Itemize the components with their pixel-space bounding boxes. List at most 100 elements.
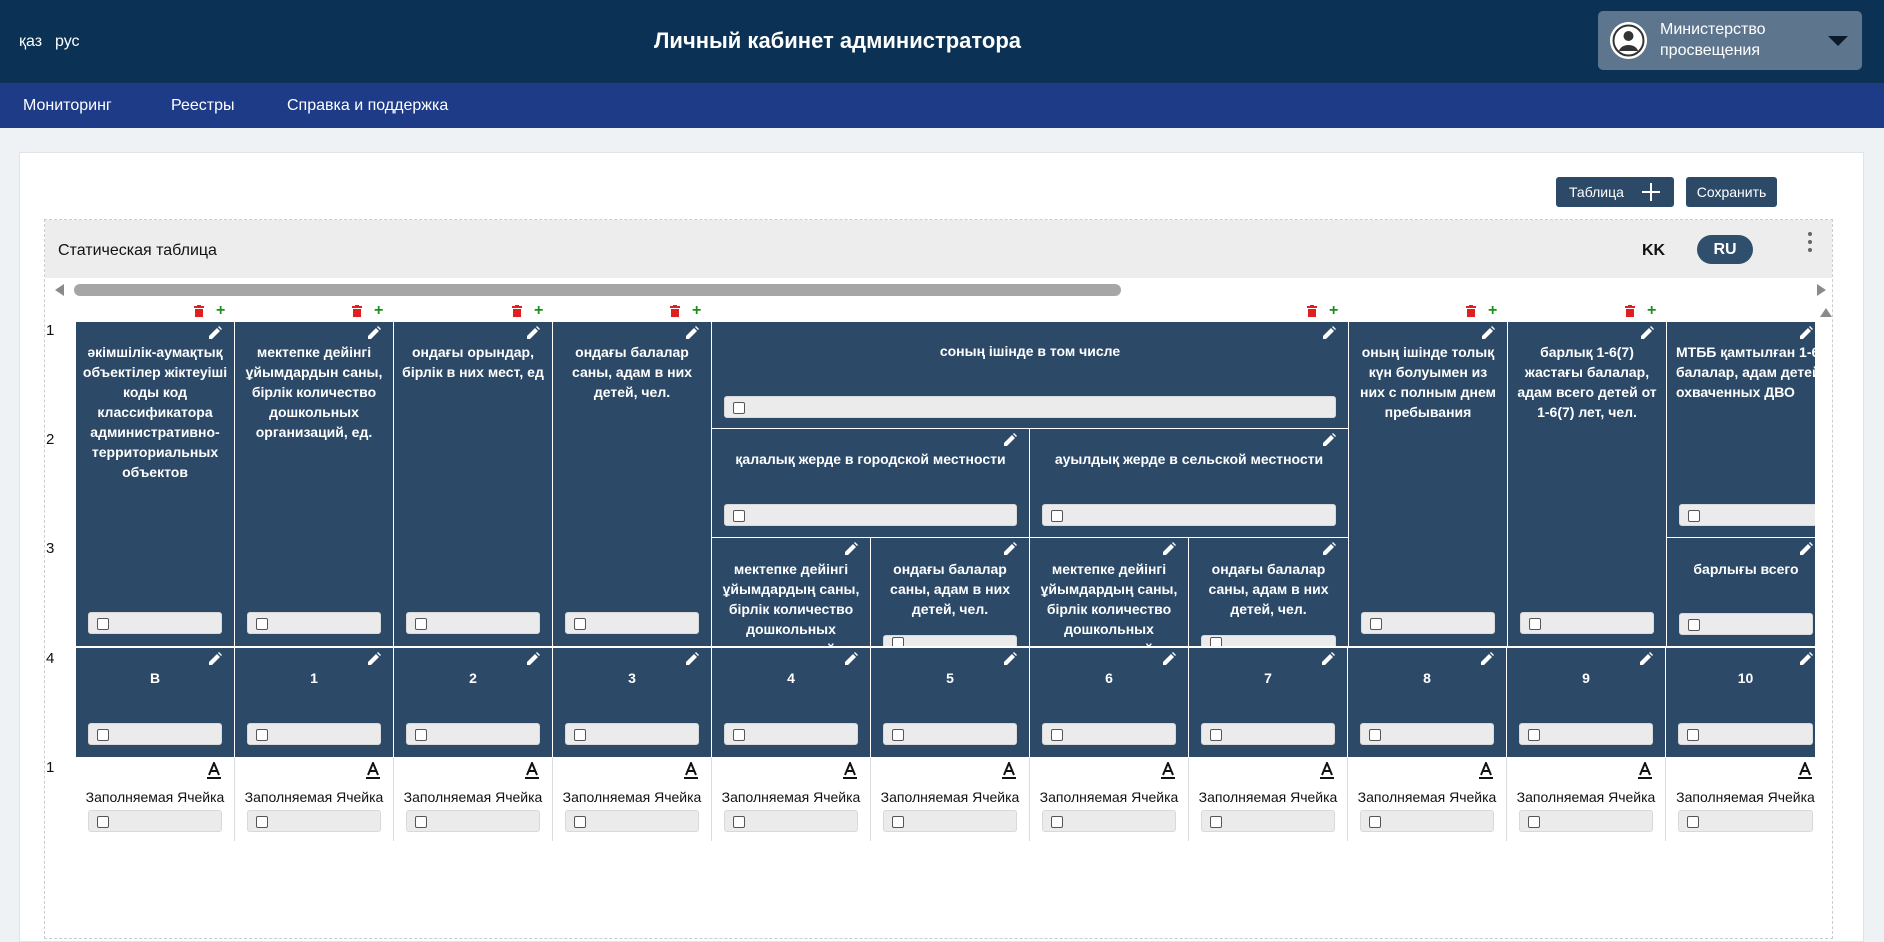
text-format-icon[interactable] (1320, 762, 1334, 780)
header-group-cell[interactable]: МТББ қамтылған 1-6(7) жастағы балалар, а… (1667, 322, 1815, 538)
checkbox[interactable] (1051, 510, 1063, 522)
checkbox[interactable] (1688, 619, 1700, 631)
cell-checkbox-field[interactable] (247, 723, 381, 745)
cell-checkbox-field[interactable] (247, 612, 381, 634)
checkbox[interactable] (1210, 729, 1222, 741)
checkbox[interactable] (733, 729, 745, 741)
nav-registers[interactable]: Реестры (171, 97, 235, 115)
pencil-icon[interactable] (527, 652, 540, 665)
text-format-icon[interactable] (1638, 762, 1652, 780)
trash-icon[interactable] (1307, 305, 1317, 317)
cell-checkbox-field[interactable] (406, 612, 540, 634)
pencil-icon[interactable] (1004, 652, 1017, 665)
text-format-icon[interactable] (1161, 762, 1175, 780)
pencil-icon[interactable] (1323, 542, 1336, 555)
pencil-icon[interactable] (1800, 542, 1813, 555)
header-cell[interactable]: мектепке дейінгі ұйымдардын саны, бірлік… (235, 322, 394, 647)
header-cell[interactable]: ондағы балалар саны, адам в них детей, ч… (553, 322, 712, 647)
data-cell[interactable]: Заполняемая Ячейка (1189, 758, 1348, 841)
lang-kk-toggle[interactable]: KK (1642, 242, 1665, 260)
scroll-left-icon[interactable] (55, 284, 64, 296)
index-cell[interactable]: 4 (712, 648, 871, 758)
cell-checkbox-field[interactable] (1519, 723, 1653, 745)
checkbox[interactable] (733, 816, 745, 828)
nav-help-support[interactable]: Справка и поддержка (287, 97, 448, 115)
checkbox[interactable] (1528, 729, 1540, 741)
pencil-icon[interactable] (845, 652, 858, 665)
checkbox[interactable] (256, 618, 268, 630)
data-cell[interactable]: Заполняемая Ячейка (712, 758, 871, 841)
header-cell[interactable]: мектепке дейінгі ұйымдардың саны, бірлік… (712, 538, 871, 647)
header-group-cell[interactable]: қалалық жерде в городской местности (712, 429, 1030, 538)
pencil-icon[interactable] (686, 652, 699, 665)
cell-checkbox-field[interactable] (1679, 504, 1815, 526)
checkbox[interactable] (574, 618, 586, 630)
text-format-icon[interactable] (1002, 762, 1016, 780)
checkbox[interactable] (1688, 510, 1700, 522)
cell-checkbox-field[interactable] (565, 612, 699, 634)
lang-ru-toggle[interactable]: RU (1697, 235, 1753, 264)
pencil-icon[interactable] (1640, 652, 1653, 665)
checkbox[interactable] (415, 618, 427, 630)
index-cell[interactable]: 8 (1348, 648, 1507, 758)
cell-checkbox-field[interactable] (724, 396, 1336, 418)
cell-checkbox-field[interactable] (1201, 635, 1336, 646)
pencil-icon[interactable] (686, 326, 699, 339)
trash-icon[interactable] (670, 305, 680, 317)
header-cell[interactable]: ондағы балалар саны, адам в них детей, ч… (1189, 538, 1349, 647)
index-cell[interactable]: 3 (553, 648, 712, 758)
cell-checkbox-field[interactable] (1678, 723, 1813, 745)
caret-down-icon[interactable] (1828, 36, 1848, 46)
checkbox[interactable] (1210, 816, 1222, 828)
add-table-button[interactable]: Таблица (1556, 177, 1674, 207)
scroll-up-icon[interactable] (1820, 308, 1832, 317)
index-cell[interactable]: 10 (1666, 648, 1815, 758)
index-cell[interactable]: В (76, 648, 235, 758)
cell-checkbox-field[interactable] (1361, 612, 1495, 634)
cell-checkbox-field[interactable] (883, 810, 1017, 832)
data-cell[interactable]: Заполняемая Ячейка (871, 758, 1030, 841)
cell-checkbox-field[interactable] (1520, 612, 1654, 634)
checkbox[interactable] (574, 816, 586, 828)
add-icon[interactable]: + (216, 303, 225, 319)
pencil-icon[interactable] (1323, 326, 1336, 339)
cell-checkbox-field[interactable] (1679, 613, 1813, 635)
data-cell[interactable]: Заполняемая Ячейка (1666, 758, 1815, 841)
cell-checkbox-field[interactable] (88, 723, 222, 745)
data-cell[interactable]: Заполняемая Ячейка (553, 758, 712, 841)
checkbox[interactable] (1528, 816, 1540, 828)
cell-checkbox-field[interactable] (724, 504, 1017, 526)
pencil-icon[interactable] (1323, 433, 1336, 446)
trash-icon[interactable] (1625, 305, 1635, 317)
kebab-menu-icon[interactable] (1807, 232, 1813, 254)
cell-checkbox-field[interactable] (1201, 810, 1335, 832)
trash-icon[interactable] (512, 305, 522, 317)
checkbox[interactable] (1210, 637, 1222, 646)
header-cell[interactable]: барлық 1-6(7) жастағы балалар, адам всег… (1508, 322, 1667, 647)
checkbox[interactable] (574, 729, 586, 741)
pencil-icon[interactable] (1800, 652, 1813, 665)
add-icon[interactable]: + (1329, 303, 1338, 319)
trash-icon[interactable] (194, 305, 204, 317)
checkbox[interactable] (733, 510, 745, 522)
header-cell[interactable]: оның ішінде толық күн болуымен из них с … (1349, 322, 1508, 647)
pencil-icon[interactable] (1482, 326, 1495, 339)
pencil-icon[interactable] (845, 542, 858, 555)
data-cell[interactable]: Заполняемая Ячейка (235, 758, 394, 841)
header-cell[interactable]: әкімшілік-аумақтық объектілер жіктеуіші … (76, 322, 235, 647)
pencil-icon[interactable] (209, 652, 222, 665)
checkbox[interactable] (892, 729, 904, 741)
cell-checkbox-field[interactable] (247, 810, 381, 832)
add-icon[interactable]: + (1647, 303, 1656, 319)
checkbox[interactable] (1051, 729, 1063, 741)
cell-checkbox-field[interactable] (88, 612, 222, 634)
data-cell[interactable]: Заполняемая Ячейка (1030, 758, 1189, 841)
pencil-icon[interactable] (1800, 326, 1813, 339)
text-format-icon[interactable] (525, 762, 539, 780)
index-cell[interactable]: 5 (871, 648, 1030, 758)
checkbox[interactable] (1369, 729, 1381, 741)
cell-checkbox-field[interactable] (1519, 810, 1653, 832)
cell-checkbox-field[interactable] (1201, 723, 1335, 745)
checkbox[interactable] (97, 816, 109, 828)
header-cell[interactable]: барлығы всего (1667, 538, 1815, 647)
